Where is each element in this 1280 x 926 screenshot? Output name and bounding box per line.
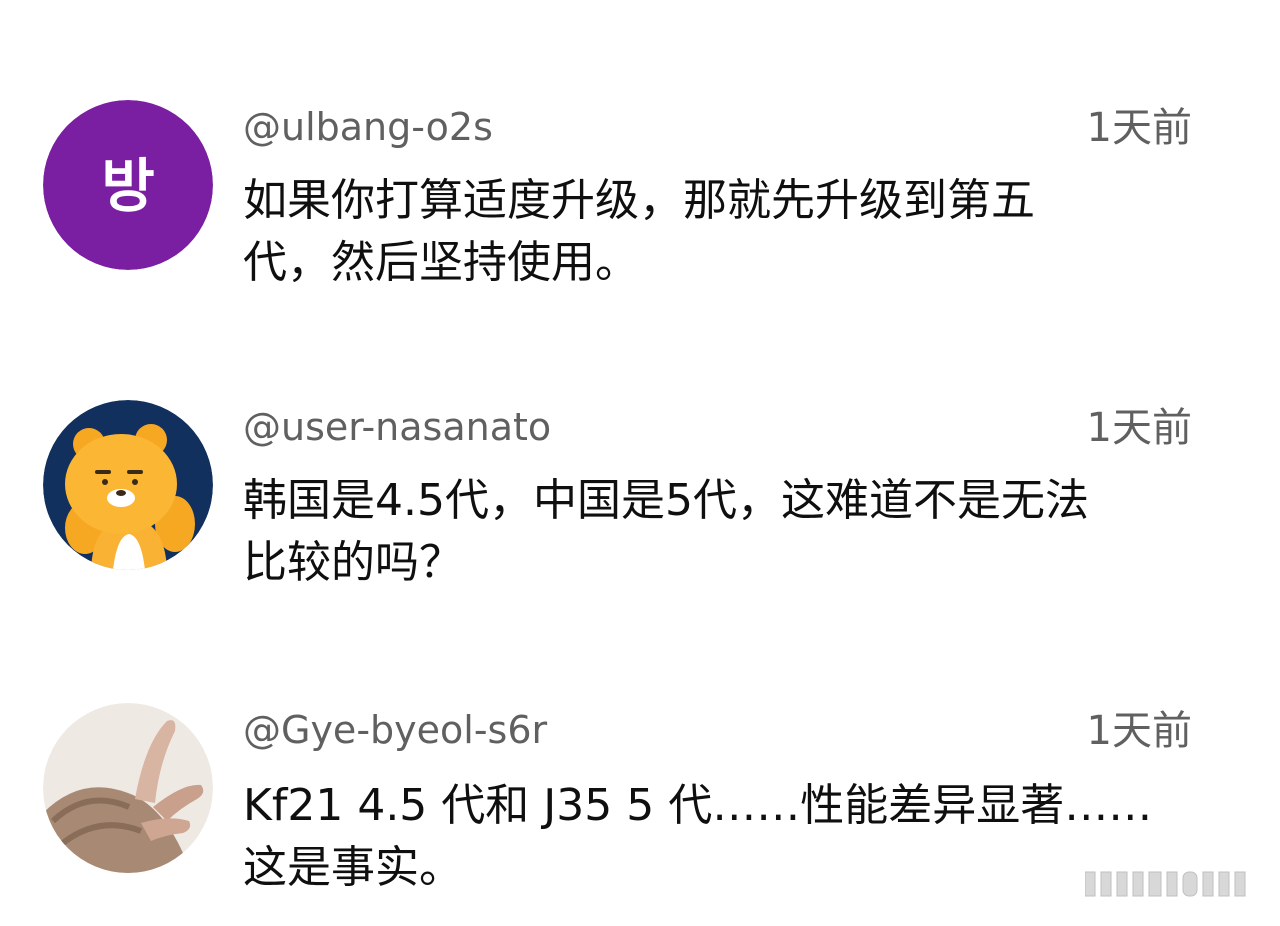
comment-item: @user-nasanato 1天前 韩国是4.5代，中国是5代，这难道不是无法…: [0, 400, 1280, 600]
finger-heart-hand-icon: [43, 703, 213, 873]
avatar-initial: 방: [101, 152, 154, 220]
avatar-initial-icon: 방: [43, 100, 213, 270]
comment-text: 如果你打算适度升级，那就先升级到第五 代，然后坚持使用。: [243, 175, 1035, 288]
comment-text: 韩国是4.5代，中国是5代，这难道不是无法 比较的吗？: [243, 475, 1089, 588]
comment-timestamp: 1天前: [1086, 708, 1192, 754]
avatar[interactable]: 방: [43, 100, 213, 270]
comment-item: 방 @ulbang-o2s 1天前 如果你打算适度升级，那就先升级到第五 代，然…: [0, 100, 1280, 300]
cartoon-lion-icon: [43, 400, 213, 570]
barcode-watermark-icon: [1085, 868, 1257, 900]
comment-timestamp: 1天前: [1086, 105, 1192, 151]
avatar[interactable]: [43, 400, 213, 570]
avatar[interactable]: [43, 703, 213, 873]
comment-author[interactable]: @user-nasanato: [243, 404, 551, 450]
comment-timestamp: 1天前: [1086, 405, 1192, 451]
comment-author[interactable]: @ulbang-o2s: [243, 104, 493, 150]
comment-text: Kf21 4.5 代和 J35 5 代……性能差异显著…… 这是事实。: [243, 780, 1153, 893]
comment-author[interactable]: @Gye-byeol-s6r: [243, 707, 547, 753]
comment-list: 방 @ulbang-o2s 1天前 如果你打算适度升级，那就先升级到第五 代，然…: [0, 0, 1280, 926]
